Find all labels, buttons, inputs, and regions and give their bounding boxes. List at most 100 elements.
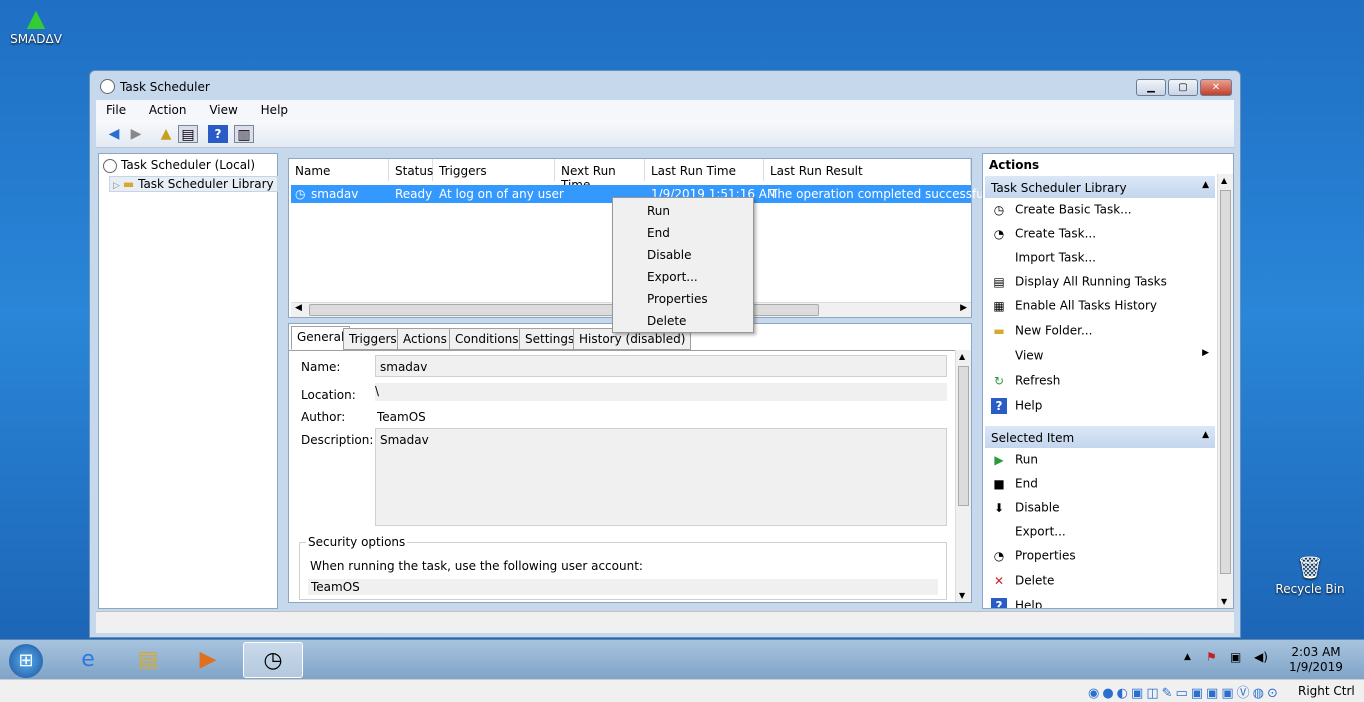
details-vertical-scrollbar[interactable]: ▲ ▼ [955, 350, 971, 602]
close-button[interactable]: ✕ [1200, 79, 1232, 96]
description-field[interactable]: Smadav [375, 428, 947, 526]
selected-section-header[interactable]: Selected Item ▲ [985, 426, 1215, 448]
action-display-running[interactable]: ▤ Display All Running Tasks [991, 274, 1211, 296]
action-new-folder[interactable]: ▬ New Folder... [991, 323, 1211, 345]
col-status[interactable]: Status [389, 159, 433, 181]
action-label: End [1015, 476, 1038, 491]
cell-status: Ready [395, 187, 433, 201]
location-field: \ [375, 383, 947, 401]
tree-library[interactable]: ▷ ▬ Task Scheduler Library [109, 176, 278, 192]
menu-file[interactable]: File [96, 100, 135, 117]
action-center-icon[interactable]: ⚑ [1206, 650, 1217, 664]
menu-action[interactable]: Action [139, 100, 196, 117]
action-label: New Folder... [1015, 323, 1093, 338]
action-label: Properties [1015, 548, 1076, 563]
actions-vertical-scrollbar[interactable]: ▲ ▼ [1217, 174, 1233, 608]
context-run[interactable]: Run [647, 204, 670, 218]
scroll-left-icon[interactable]: ◀ [295, 303, 302, 313]
action-label: View [1015, 348, 1044, 363]
help-icon[interactable]: ? [208, 125, 228, 143]
col-last-run[interactable]: Last Run Time [645, 159, 764, 181]
tree-root[interactable]: Task Scheduler (Local) [103, 158, 255, 173]
col-next-run[interactable]: Next Run Time [555, 159, 645, 192]
action-label: Run [1015, 452, 1039, 467]
internet-explorer-icon[interactable]: e [60, 642, 116, 678]
tab-triggers[interactable]: Triggers [343, 328, 403, 350]
collapse-icon[interactable]: ▲ [1202, 430, 1209, 440]
scroll-down-icon[interactable]: ▼ [959, 591, 965, 600]
context-end[interactable]: End [647, 226, 670, 240]
host-key-label: Right Ctrl [1298, 684, 1355, 698]
action-help[interactable]: ? Help [991, 398, 1211, 420]
action-label: Enable All Tasks History [1015, 298, 1158, 313]
show-hidden-icons[interactable]: ▲ [1184, 652, 1191, 662]
context-export[interactable]: Export... [647, 270, 698, 284]
description-label: Description: [301, 433, 374, 447]
library-section-header[interactable]: Task Scheduler Library ▲ [985, 176, 1215, 198]
vm-device-icons[interactable]: ◉●◐▣◫✎▭▣▣▣Ⓥ◍⊙ [1088, 682, 1281, 701]
start-button[interactable]: ⊞ [0, 642, 52, 678]
action-label: Import Task... [1015, 250, 1096, 265]
maximize-button[interactable]: ▢ [1168, 79, 1198, 96]
blank-icon [991, 524, 1007, 540]
action-help-selected[interactable]: ? Help [991, 598, 1211, 608]
action-disable[interactable]: ⬇ Disable [991, 500, 1211, 522]
show-hide-tree-icon[interactable]: ▤ [178, 125, 198, 143]
action-label: Help [1015, 398, 1043, 413]
recycle-bin-desktop-icon[interactable]: 🗑 Recycle Bin [1274, 556, 1346, 596]
media-player-icon[interactable]: ▶ [180, 642, 236, 678]
security-options-title: Security options [306, 535, 408, 549]
action-import-task[interactable]: Import Task... [991, 250, 1211, 272]
scroll-right-icon[interactable]: ▶ [960, 303, 967, 313]
title-bar[interactable]: Task Scheduler ▁ ▢ ✕ [90, 71, 1240, 99]
scroll-down-icon[interactable]: ▼ [1221, 597, 1227, 606]
action-enable-history[interactable]: ▦ Enable All Tasks History [991, 298, 1211, 320]
action-view[interactable]: View ▶ [991, 348, 1211, 370]
minimize-button[interactable]: ▁ [1136, 79, 1166, 96]
action-create-task[interactable]: ◔ Create Task... [991, 226, 1211, 248]
action-create-basic-task[interactable]: ◷ Create Basic Task... [991, 202, 1211, 224]
task-scheduler-taskbar-button[interactable]: ◷ [243, 642, 303, 678]
smadav-icon: ▲ [26, 4, 46, 32]
tab-general[interactable]: General [291, 326, 351, 350]
action-properties[interactable]: ◔ Properties [991, 548, 1211, 570]
stop-icon: ■ [993, 477, 1005, 491]
action-export[interactable]: Export... [991, 524, 1211, 546]
menu-help[interactable]: Help [251, 100, 297, 117]
cell-name: smadav [311, 187, 359, 201]
name-field[interactable]: smadav [375, 355, 947, 377]
author-label: Author: [301, 410, 346, 424]
tab-settings[interactable]: Settings [519, 328, 581, 350]
forward-icon[interactable]: ▶ [126, 125, 146, 143]
col-name[interactable]: Name [289, 159, 389, 181]
history-icon: ▦ [993, 299, 1005, 313]
context-properties[interactable]: Properties [647, 292, 708, 306]
collapse-icon[interactable]: ▲ [1202, 180, 1209, 190]
show-hide-action-pane-icon[interactable]: ▥ [234, 125, 254, 143]
scroll-thumb[interactable] [1220, 190, 1231, 574]
scroll-up-icon[interactable]: ▲ [959, 352, 965, 361]
clock[interactable]: 2:03 AM 1/9/2019 [1286, 645, 1346, 675]
scroll-thumb[interactable] [958, 366, 969, 506]
menu-view[interactable]: View [199, 100, 246, 117]
tab-conditions[interactable]: Conditions [449, 328, 525, 350]
context-disable[interactable]: Disable [647, 248, 692, 262]
action-end[interactable]: ■ End [991, 476, 1211, 498]
actions-title: Actions [989, 158, 1040, 172]
smadav-desktop-icon[interactable]: ▲ SMADΔV [6, 4, 66, 46]
volume-icon[interactable]: ◀) [1254, 650, 1268, 664]
recycle-bin-label: Recycle Bin [1275, 582, 1345, 596]
action-delete[interactable]: ✕ Delete [991, 573, 1211, 595]
back-icon[interactable]: ◀ [104, 125, 124, 143]
action-refresh[interactable]: ↻ Refresh [991, 373, 1211, 395]
console-tree: Task Scheduler (Local) ▷ ▬ Task Scheduler… [98, 153, 278, 609]
scroll-up-icon[interactable]: ▲ [1221, 176, 1227, 185]
explorer-icon[interactable]: ▤ [120, 642, 176, 678]
up-folder-icon[interactable]: ▲ [156, 125, 176, 143]
tab-actions[interactable]: Actions [397, 328, 453, 350]
context-delete[interactable]: Delete [647, 314, 686, 328]
col-triggers[interactable]: Triggers [433, 159, 555, 181]
network-icon[interactable]: ▣ [1230, 650, 1241, 664]
action-run[interactable]: ▶ Run [991, 452, 1211, 474]
col-last-result[interactable]: Last Run Result [764, 159, 971, 181]
